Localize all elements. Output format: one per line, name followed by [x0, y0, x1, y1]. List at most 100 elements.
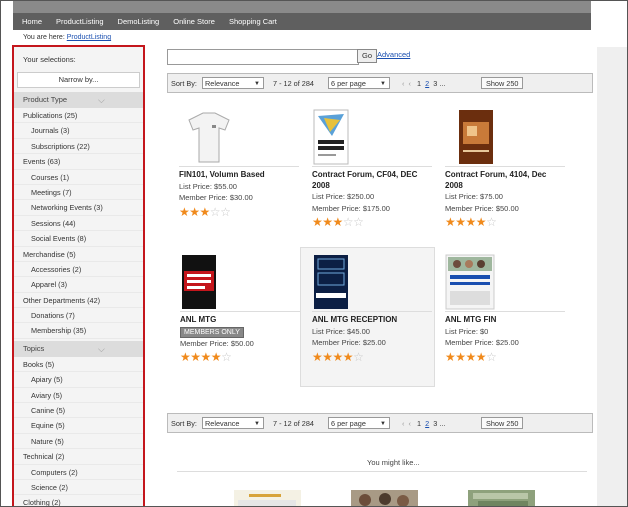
- facet-item[interactable]: Subscriptions (22): [14, 139, 143, 155]
- recommendation-thumbnail[interactable]: [468, 490, 535, 506]
- nav-home[interactable]: Home: [22, 17, 42, 26]
- facet-item[interactable]: Books (5): [14, 357, 143, 373]
- star-icon: ★: [455, 349, 466, 364]
- nav-demo-listing[interactable]: DemoListing: [118, 17, 160, 26]
- facet-item[interactable]: Social Events (8): [14, 231, 143, 247]
- breadcrumb: You are here: ProductListing: [23, 34, 111, 41]
- facet-item[interactable]: Computers (2): [14, 465, 143, 480]
- page-number[interactable]: 3: [433, 419, 437, 428]
- product-image[interactable]: [445, 253, 565, 312]
- star-icon: ★: [445, 215, 456, 229]
- header-bar: [13, 1, 591, 13]
- star-rating: ★★★☆☆: [312, 215, 432, 229]
- facet-item[interactable]: Meetings (7): [14, 185, 143, 201]
- sort-select[interactable]: Relevance ▼: [202, 77, 264, 89]
- facet-item[interactable]: Science (2): [14, 480, 143, 496]
- facet-item[interactable]: Other Departments (42): [14, 293, 143, 309]
- recommendation-thumbnail[interactable]: [234, 490, 301, 506]
- page-number[interactable]: 2: [425, 419, 429, 428]
- chevron-down-icon[interactable]: ⌵: [98, 92, 105, 108]
- product-price: List Price: $250.00: [312, 192, 375, 201]
- star-icon: ★: [179, 204, 190, 219]
- per-page-select[interactable]: 6 per page ▼: [328, 77, 390, 89]
- facet-item[interactable]: Accessories (2): [14, 262, 143, 278]
- go-button[interactable]: Go: [357, 49, 378, 63]
- product-name[interactable]: Contract Forum, CF04, DEC 2008: [312, 170, 432, 191]
- product-image[interactable]: [180, 253, 300, 312]
- star-icon: ★: [312, 215, 323, 229]
- pagination: ‹ ‹ 1 2 3 ...: [402, 79, 445, 88]
- page-number[interactable]: 3: [433, 79, 437, 88]
- prev-page-icon[interactable]: ‹: [409, 419, 411, 428]
- show-all-button[interactable]: Show 250: [481, 77, 524, 89]
- product-card[interactable]: Contract Forum, CF04, DEC 2008 List Price…: [312, 108, 432, 229]
- product-image[interactable]: [312, 108, 432, 167]
- show-all-button[interactable]: Show 250: [481, 417, 524, 429]
- recommendation-thumbnail[interactable]: [351, 490, 418, 506]
- advanced-search-link[interactable]: Advanced: [377, 50, 410, 59]
- facet-item[interactable]: Apiary (5): [14, 372, 143, 388]
- product-card[interactable]: ANL MTG FIN List Price: $0 Member Price: $…: [445, 253, 565, 364]
- facet-item[interactable]: Canine (5): [14, 403, 143, 419]
- facet-item[interactable]: Donations (7): [14, 308, 143, 324]
- facet-item[interactable]: Networking Events (3): [14, 200, 143, 216]
- product-name[interactable]: ANL MTG: [180, 315, 300, 326]
- breadcrumb-link[interactable]: ProductListing: [67, 34, 111, 41]
- sort-label: Sort By:: [171, 79, 197, 88]
- product-image[interactable]: [445, 108, 565, 167]
- facet-item[interactable]: Aviary (5): [14, 388, 143, 404]
- sort-select[interactable]: Relevance ▼: [202, 417, 264, 429]
- prev-page-icon[interactable]: ‹: [402, 79, 404, 88]
- product-image[interactable]: [179, 108, 299, 167]
- product-image[interactable]: [312, 253, 432, 312]
- product-card[interactable]: Contract Forum, 4104, Dec 2008 List Price…: [445, 108, 565, 229]
- page-number[interactable]: 2: [425, 79, 429, 88]
- facet-item[interactable]: Nature (5): [14, 434, 143, 450]
- product-card[interactable]: ANL MTG RECEPTION List Price: $45.00 Membe…: [312, 253, 432, 364]
- per-page-value: 6 per page: [331, 79, 366, 88]
- page-number[interactable]: 1: [417, 79, 421, 88]
- product-price: Member Price: $25.00: [445, 338, 519, 347]
- star-icon: ★: [322, 215, 333, 229]
- dropdown-arrow-icon: ▼: [254, 81, 260, 87]
- chevron-down-icon[interactable]: ⌵: [98, 341, 105, 357]
- facet-item[interactable]: Merchandise (5): [14, 247, 143, 262]
- facet-item[interactable]: Membership (35): [14, 323, 143, 339]
- facet-item[interactable]: Apparel (3): [14, 277, 143, 293]
- product-name[interactable]: ANL MTG RECEPTION: [312, 315, 432, 326]
- product-card[interactable]: ANL MTG MEMBERS ONLY Member Price: $50.00 ★…: [180, 253, 300, 364]
- product-name[interactable]: ANL MTG FIN: [445, 315, 565, 326]
- facet-item[interactable]: Technical (2): [14, 449, 143, 465]
- facet-heading[interactable]: Topics ⌵: [14, 340, 143, 357]
- product-card[interactable]: FIN101, Volumn Based List Price: $55.00 Me…: [179, 108, 299, 219]
- sort-label: Sort By:: [171, 419, 197, 428]
- facet-item[interactable]: Journals (3): [14, 123, 143, 139]
- per-page-select[interactable]: 6 per page ▼: [328, 417, 390, 429]
- nav-online-store[interactable]: Online Store: [173, 17, 215, 26]
- pagination: ‹ ‹ 1 2 3 ...: [402, 419, 445, 428]
- facet-heading-label: Topics: [23, 343, 45, 353]
- prev-page-icon[interactable]: ‹: [402, 419, 404, 428]
- breadcrumb-prefix: You are here:: [23, 34, 65, 41]
- page-number[interactable]: 1: [417, 419, 421, 428]
- nav-product-listing[interactable]: ProductListing: [56, 17, 104, 26]
- star-icon: ★: [455, 215, 466, 229]
- star-icon: ☆: [220, 204, 231, 219]
- facet-item[interactable]: Sessions (44): [14, 216, 143, 232]
- facet-item[interactable]: Events (63): [14, 154, 143, 170]
- facet-item[interactable]: Courses (1): [14, 170, 143, 185]
- star-rating: ★★★★☆: [445, 350, 565, 364]
- facet-item[interactable]: Equine (5): [14, 418, 143, 434]
- nav-shopping-cart[interactable]: Shopping Cart: [229, 17, 277, 26]
- star-icon: ★: [342, 349, 354, 364]
- star-icon: ★: [189, 204, 200, 219]
- facet-item[interactable]: Publications (25): [14, 108, 143, 124]
- facet-heading[interactable]: Product Type ⌵: [14, 92, 143, 108]
- prev-page-icon[interactable]: ‹: [409, 79, 411, 88]
- narrow-by-button[interactable]: Narrow by...: [17, 72, 140, 88]
- product-name[interactable]: FIN101, Volumn Based: [179, 170, 299, 181]
- search-input[interactable]: [167, 49, 359, 65]
- product-name[interactable]: Contract Forum, 4104, Dec 2008: [445, 170, 565, 191]
- star-icon: ★: [322, 349, 333, 364]
- facet-item[interactable]: Clothing (2): [14, 495, 143, 506]
